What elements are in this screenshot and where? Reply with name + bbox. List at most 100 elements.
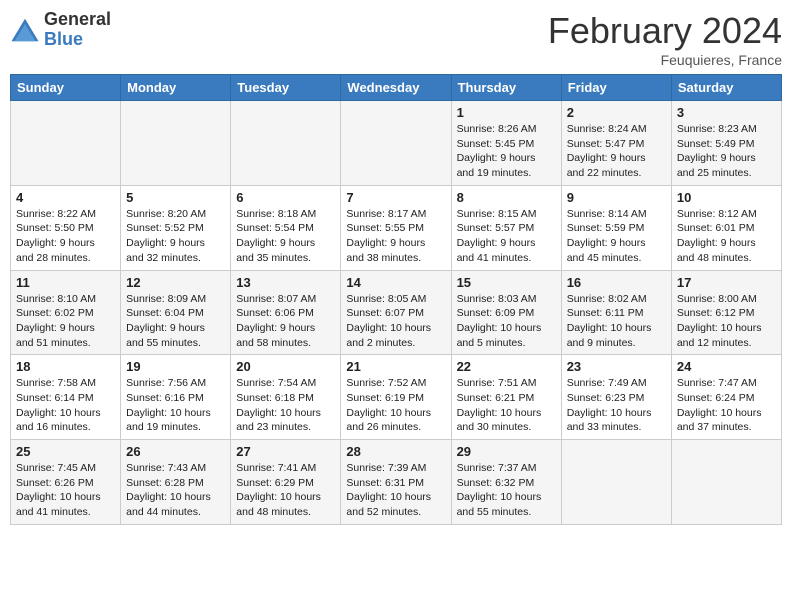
day-info-line: Daylight: 9 hours and 45 minutes. [567,237,646,264]
day-info-line: Sunrise: 7:52 AM [346,377,426,389]
day-info-line: Sunset: 5:47 PM [567,138,645,150]
logo: General Blue [10,10,111,50]
header-wednesday: Wednesday [341,75,451,101]
calendar-cell: 13Sunrise: 8:07 AMSunset: 6:06 PMDayligh… [231,270,341,355]
day-info-line: Daylight: 9 hours and 41 minutes. [457,237,536,264]
day-info-line: Daylight: 9 hours and 32 minutes. [126,237,205,264]
day-info: Sunrise: 7:52 AMSunset: 6:19 PMDaylight:… [346,376,445,435]
day-info-line: Daylight: 10 hours and 9 minutes. [567,322,652,349]
day-info-line: Sunset: 6:26 PM [16,477,94,489]
logo-icon [10,15,40,45]
day-number: 27 [236,444,335,459]
calendar-week-row: 25 Sunrise: 7:45 AM Sunset: 6:26 PM Dayligh… [11,440,782,525]
calendar-cell: 1 Sunrise: 8:26 AMSunset: 5:45 PMDaylight… [451,101,561,186]
day-info-line: Sunrise: 7:45 AM [16,462,96,474]
day-info: Sunrise: 8:05 AMSunset: 6:07 PMDaylight:… [346,292,445,351]
day-number: 24 [677,359,776,374]
day-info-line: Sunrise: 7:43 AM [126,462,206,474]
calendar-cell: 29Sunrise: 7:37 AMSunset: 6:32 PMDayligh… [451,440,561,525]
day-info: Sunrise: 8:02 AMSunset: 6:11 PMDaylight:… [567,292,666,351]
day-info-line: Daylight: 9 hours and 25 minutes. [677,152,756,179]
day-info-line: Sunrise: 8:00 AM [677,293,757,305]
calendar-cell: 18 Sunrise: 7:58 AM Sunset: 6:14 PM Dayligh… [11,355,121,440]
day-info-line: Sunrise: 8:18 AM [236,208,316,220]
day-info-line: Sunset: 6:32 PM [457,477,535,489]
day-number: 1 [457,105,556,120]
day-info: Sunrise: 8:15 AMSunset: 5:57 PMDaylight:… [457,207,556,266]
day-number: 13 [236,275,335,290]
day-info-line: Daylight: 9 hours and 38 minutes. [346,237,425,264]
day-info-line: Daylight: 10 hours and 23 minutes. [236,407,321,434]
header-friday: Friday [561,75,671,101]
calendar-cell [231,101,341,186]
day-number: 10 [677,190,776,205]
day-info-line: Daylight: 10 hours and 30 minutes. [457,407,542,434]
day-info-line: Sunrise: 7:58 AM [16,377,96,389]
day-number: 25 [16,444,115,459]
day-info: Sunrise: 8:12 AMSunset: 6:01 PMDaylight:… [677,207,776,266]
day-number: 9 [567,190,666,205]
day-info: Sunrise: 8:23 AMSunset: 5:49 PMDaylight:… [677,122,776,181]
calendar-cell [671,440,781,525]
day-info-line: Sunset: 6:23 PM [567,392,645,404]
day-info-line: Daylight: 10 hours and 5 minutes. [457,322,542,349]
calendar-cell: 15Sunrise: 8:03 AMSunset: 6:09 PMDayligh… [451,270,561,355]
day-info: Sunrise: 8:09 AMSunset: 6:04 PMDaylight:… [126,292,225,351]
day-info-line: Sunrise: 7:41 AM [236,462,316,474]
calendar-cell: 7Sunrise: 8:17 AMSunset: 5:55 PMDaylight… [341,185,451,270]
day-number: 16 [567,275,666,290]
calendar-cell: 5Sunrise: 8:20 AMSunset: 5:52 PMDaylight… [121,185,231,270]
day-info: Sunrise: 7:49 AM Sunset: 6:23 PM Daylight:… [567,376,666,435]
day-info-line: Sunset: 5:50 PM [16,222,94,234]
day-info-line: Sunset: 6:14 PM [16,392,94,404]
day-info-line: Sunrise: 7:37 AM [457,462,537,474]
day-info-line: Daylight: 9 hours and 55 minutes. [126,322,205,349]
day-info-line: Sunrise: 8:15 AM [457,208,537,220]
calendar-cell: 27 Sunrise: 7:41 AMSunset: 6:29 PMDayligh… [231,440,341,525]
day-info: Sunrise: 7:54 AMSunset: 6:18 PMDaylight:… [236,376,335,435]
day-info-line: Sunrise: 8:14 AM [567,208,647,220]
day-info: Sunrise: 8:14 AMSunset: 5:59 PMDaylight:… [567,207,666,266]
day-info: Sunrise: 7:41 AMSunset: 6:29 PMDaylight:… [236,461,335,520]
calendar-cell: 19Sunrise: 7:56 AMSunset: 6:16 PMDayligh… [121,355,231,440]
calendar-cell [341,101,451,186]
header-row: Sunday Monday Tuesday Wednesday Thursday… [11,75,782,101]
day-number: 28 [346,444,445,459]
day-info: Sunrise: 8:03 AMSunset: 6:09 PMDaylight:… [457,292,556,351]
day-info-line: Daylight: 10 hours and 16 minutes. [16,407,101,434]
day-info-line: Sunrise: 8:05 AM [346,293,426,305]
day-info-line: Sunrise: 7:49 AM [567,377,647,389]
day-info-line: Sunrise: 8:07 AM [236,293,316,305]
day-info: Sunrise: 7:37 AMSunset: 6:32 PMDaylight:… [457,461,556,520]
calendar-table: Sunday Monday Tuesday Wednesday Thursday… [10,74,782,525]
calendar-week-row: 18 Sunrise: 7:58 AM Sunset: 6:14 PM Dayligh… [11,355,782,440]
day-info-line: Sunset: 6:21 PM [457,392,535,404]
day-info: Sunrise: 7:45 AMSunset: 6:26 PMDaylight:… [16,461,115,520]
day-info: Sunrise: 8:00 AMSunset: 6:12 PMDaylight:… [677,292,776,351]
day-info-line: Sunrise: 8:09 AM [126,293,206,305]
day-number: 7 [346,190,445,205]
calendar-cell: 11Sunrise: 8:10 AMSunset: 6:02 PMDayligh… [11,270,121,355]
day-info-line: Daylight: 10 hours and 44 minutes. [126,491,211,518]
calendar-cell: 10 Sunrise: 8:12 AMSunset: 6:01 PMDayligh… [671,185,781,270]
day-info-line: Daylight: 9 hours and 35 minutes. [236,237,315,264]
day-info-line: Sunrise: 7:56 AM [126,377,206,389]
day-info-line: Sunrise: 8:03 AM [457,293,537,305]
day-info-line: Sunrise: 8:02 AM [567,293,647,305]
day-info: Sunrise: 8:26 AMSunset: 5:45 PMDaylight:… [457,122,556,181]
logo-general-text: General [44,10,111,30]
day-info: Sunrise: 7:47 AMSunset: 6:24 PMDaylight:… [677,376,776,435]
header-sunday: Sunday [11,75,121,101]
logo-text: General Blue [44,10,111,50]
day-number: 18 [16,359,115,374]
day-number: 2 [567,105,666,120]
calendar-cell: 28Sunrise: 7:39 AMSunset: 6:31 PMDayligh… [341,440,451,525]
day-info-line: Sunrise: 8:23 AM [677,123,757,135]
calendar-cell: 24 Sunrise: 7:47 AMSunset: 6:24 PMDayligh… [671,355,781,440]
day-info: Sunrise: 8:18 AMSunset: 5:54 PMDaylight:… [236,207,335,266]
calendar-cell: 21Sunrise: 7:52 AMSunset: 6:19 PMDayligh… [341,355,451,440]
day-info-line: Sunset: 6:19 PM [346,392,424,404]
calendar-cell: 2Sunrise: 8:24 AMSunset: 5:47 PMDaylight… [561,101,671,186]
day-info-line: Daylight: 9 hours and 19 minutes. [457,152,536,179]
day-info-line: Daylight: 10 hours and 33 minutes. [567,407,652,434]
